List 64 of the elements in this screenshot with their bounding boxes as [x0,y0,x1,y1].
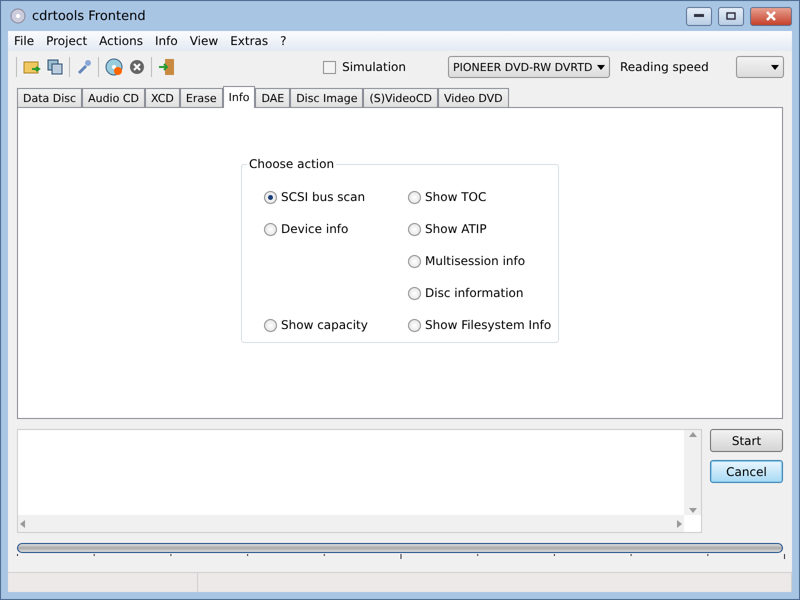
disc-icon [10,8,26,24]
action-button[interactable]: Cancel [710,460,783,483]
maximize-button[interactable] [718,6,744,26]
close-icon [766,11,776,21]
caret-icon [597,64,605,70]
tab[interactable]: Video DVD [438,88,509,107]
slider-track[interactable] [17,543,783,553]
menu-item[interactable]: ? [274,34,293,48]
minimize-button[interactable] [686,6,712,26]
scroll-right-icon[interactable] [677,520,682,528]
radio-button[interactable] [264,190,277,204]
menu-item[interactable]: View [184,34,224,48]
radio-option[interactable]: Multisession info [408,245,558,277]
menu-item[interactable]: Extras [224,34,274,48]
reading-speed-label: Reading speed [620,60,710,74]
radio-button[interactable] [264,222,277,236]
tab[interactable]: Audio CD [82,88,145,107]
horizontal-scrollbar[interactable] [18,515,684,532]
stop-icon[interactable] [129,59,145,75]
disc-burn-icon[interactable] [105,58,123,76]
radio-option[interactable]: Show TOC [408,181,558,213]
tab[interactable]: Disc Image [290,88,364,107]
close-button[interactable] [750,6,792,26]
radio-button[interactable] [408,222,421,236]
simulation-label: Simulation [342,60,406,74]
menu-item[interactable]: File [8,34,40,48]
tab[interactable]: Data Disc [17,88,82,107]
radio-button[interactable] [408,190,421,204]
exit-door-icon[interactable] [158,58,176,76]
radio-option[interactable]: Show Filesystem Info [408,309,558,341]
action-button[interactable]: Start [710,429,783,452]
tab[interactable]: (S)VideoCD [363,88,438,107]
tab[interactable]: Info [222,86,256,108]
radio-button[interactable] [264,318,277,332]
folder-icon[interactable] [23,59,41,75]
menu-item[interactable]: Project [40,34,94,48]
scroll-down-icon[interactable] [688,508,696,513]
minimize-icon [694,14,704,18]
scroll-up-icon[interactable] [688,432,696,437]
menu-item[interactable]: Actions [93,34,149,48]
vertical-scrollbar[interactable] [684,430,701,515]
radio-option[interactable]: Show ATIP [408,213,558,245]
radio-button[interactable] [408,254,421,268]
tab[interactable]: Erase [180,88,223,107]
wrench-icon[interactable] [76,59,92,75]
radio-option[interactable]: Show capacity [264,309,408,341]
radio-option[interactable]: Device info [264,213,408,245]
maximize-icon [726,12,736,20]
simulation-checkbox[interactable] [323,60,336,74]
tab[interactable]: DAE [255,88,290,107]
radio-option[interactable]: SCSI bus scan [264,181,408,213]
window-title: cdrtools Frontend [32,8,147,24]
device-name: PIONEER DVD-RW DVRTD [453,60,592,74]
radio-button[interactable] [408,286,421,300]
caret-icon [771,64,779,70]
group-title: Choose action [248,157,336,171]
reading-speed-dropdown[interactable] [736,56,784,78]
copy-icon[interactable] [47,59,63,75]
scroll-left-icon[interactable] [20,520,25,528]
device-dropdown[interactable]: PIONEER DVD-RW DVRTD [448,56,610,78]
radio-option[interactable]: Disc information [408,277,558,309]
radio-button[interactable] [408,318,421,332]
tab[interactable]: XCD [145,88,180,107]
menu-item[interactable]: Info [149,34,184,48]
